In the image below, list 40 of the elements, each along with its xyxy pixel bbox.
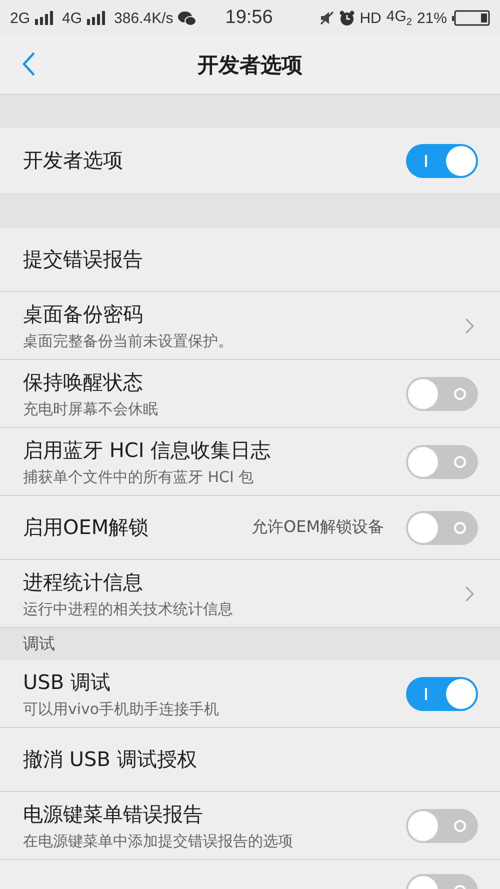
page-title: 开发者选项 (198, 52, 302, 79)
setting-description: 运行中进程的相关技术统计信息 (23, 600, 234, 618)
sim-label: 4G (62, 10, 82, 26)
chevron-right-icon (465, 586, 474, 602)
chevron-right-icon (465, 318, 474, 334)
toggle-switch[interactable] (406, 376, 478, 410)
back-button[interactable] (22, 51, 36, 77)
setting-title: 启用蓝牙 HCI 信息收集日志 (23, 436, 272, 464)
toggle-switch[interactable] (406, 676, 478, 710)
setting-title: 开发者选项 (23, 147, 123, 174)
setting-description: 可以用vivo手机助手连接手机 (23, 700, 220, 718)
setting-title: 提交错误报告 (23, 246, 144, 273)
clock-time: 19:56 (225, 7, 273, 29)
battery-icon (452, 10, 490, 26)
setting-title: 启用OEM解锁 (23, 514, 150, 541)
alarm-clock-icon (338, 10, 355, 26)
setting-description: 捕获单个文件中的所有蓝牙 HCI 包 (23, 468, 255, 486)
muted-speaker-icon (320, 11, 334, 25)
setting-description: 桌面完整备份当前未设置保护。 (23, 332, 234, 350)
setting-title: 撤消 USB 调试授权 (23, 746, 198, 773)
network-speed: 386.4K/s (114, 10, 174, 26)
toggle-switch[interactable] (406, 144, 478, 178)
setting-title: USB 调试 (23, 668, 112, 696)
toggle-switch[interactable] (406, 510, 478, 544)
battery-percent: 21% (416, 10, 447, 26)
setting-title: 电源键菜单错误报告 (23, 800, 204, 828)
setting-description: 充电时屏幕不会休眠 (23, 400, 159, 418)
hd-label: HD (360, 10, 382, 26)
setting-title: 桌面备份密码 (23, 300, 144, 328)
setting-title: 保持唤醒状态 (23, 368, 144, 396)
network-type: 4G$_{2}$ (386, 8, 412, 28)
toggle-switch[interactable] (406, 808, 478, 842)
chat-bubbles-icon (178, 10, 196, 26)
toggle-switch[interactable] (406, 444, 478, 478)
sim-label: 2G (10, 10, 30, 26)
setting-description: 允许OEM解锁设备 (251, 517, 384, 538)
setting-description: 在电源键菜单中添加提交错误报告的选项 (23, 832, 294, 850)
setting-title: 进程统计信息 (23, 568, 144, 596)
section-header: 调试 (23, 634, 55, 654)
back-chevron-icon (22, 51, 36, 77)
